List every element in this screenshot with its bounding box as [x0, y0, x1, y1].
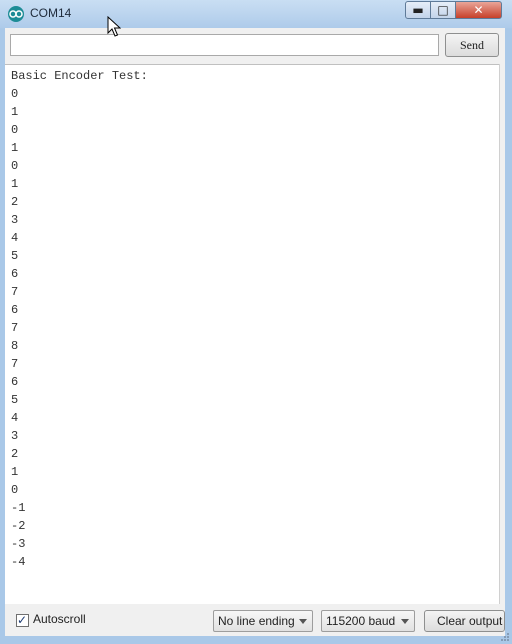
output-line: 0 — [11, 87, 19, 101]
close-icon: ✕ — [473, 3, 484, 17]
output-line: 1 — [11, 177, 19, 191]
output-line: 5 — [11, 393, 19, 407]
minimize-icon: ▬ — [412, 3, 424, 17]
output-line: -1 — [11, 501, 26, 515]
output-line: 2 — [11, 195, 19, 209]
arduino-icon — [8, 6, 24, 22]
title-bar[interactable]: COM14 ▬ □ ✕ — [0, 0, 512, 28]
output-line: 3 — [11, 429, 19, 443]
output-line: 8 — [11, 339, 19, 353]
baud-rate-select[interactable]: 115200 baud — [321, 610, 415, 632]
output-line: 2 — [11, 447, 19, 461]
output-line: 3 — [11, 213, 19, 227]
output-line: 6 — [11, 303, 19, 317]
send-button[interactable]: Send — [445, 33, 499, 57]
output-line: -3 — [11, 537, 26, 551]
baud-rate-value: 115200 baud — [326, 614, 396, 628]
line-ending-select[interactable]: No line ending — [213, 610, 313, 632]
output-line: 0 — [11, 159, 19, 173]
maximize-icon: □ — [437, 3, 449, 17]
output-line: 0 — [11, 483, 19, 497]
serial-monitor-window: COM14 ▬ □ ✕ Send Basic Encoder Test: 0 1 0 1… — [0, 0, 512, 644]
autoscroll-checkbox[interactable]: ✓ — [16, 613, 29, 627]
autoscroll-label: Autoscroll — [33, 612, 86, 626]
mouse-cursor-icon — [107, 16, 121, 37]
serial-input[interactable] — [10, 34, 439, 56]
serial-output[interactable]: Basic Encoder Test: 0 1 0 1 0 1 2 3 4 5 6 7 6 7 8 7 6 5 4 3 2… — [5, 64, 505, 604]
line-ending-value: No line ending — [218, 614, 295, 628]
output-line: 0 — [11, 123, 19, 137]
output-line: 7 — [11, 357, 19, 371]
checkmark-icon: ✓ — [17, 613, 28, 627]
chevron-down-icon — [299, 619, 307, 624]
output-line: 7 — [11, 321, 19, 335]
output-line: 6 — [11, 375, 19, 389]
minimize-button[interactable]: ▬ — [405, 1, 431, 19]
clear-output-button[interactable]: Clear output — [424, 610, 505, 632]
output-line: -2 — [11, 519, 26, 533]
output-line: 5 — [11, 249, 19, 263]
output-line: 7 — [11, 285, 19, 299]
output-line: 6 — [11, 267, 19, 281]
output-line: -4 — [11, 555, 26, 569]
maximize-button[interactable]: □ — [430, 1, 456, 19]
output-lines: Basic Encoder Test: 0 1 0 1 0 1 2 3 4 5 6 7 6 7 8 7 6 5 4 3 2… — [11, 67, 148, 571]
output-line: 4 — [11, 411, 19, 425]
chevron-down-icon — [401, 619, 409, 624]
close-button[interactable]: ✕ — [455, 1, 502, 19]
window-title: COM14 — [30, 6, 72, 20]
output-scrollbar[interactable] — [499, 64, 505, 604]
output-line: 4 — [11, 231, 19, 245]
output-line: 1 — [11, 141, 19, 155]
output-line: 1 — [11, 465, 19, 479]
resize-grip-icon[interactable] — [500, 632, 510, 642]
output-line: Basic Encoder Test: — [11, 69, 148, 83]
send-toolbar: Send — [5, 28, 505, 64]
footer-bar: ✓ Autoscroll No line ending 115200 baud … — [5, 604, 505, 636]
output-line: 1 — [11, 105, 19, 119]
